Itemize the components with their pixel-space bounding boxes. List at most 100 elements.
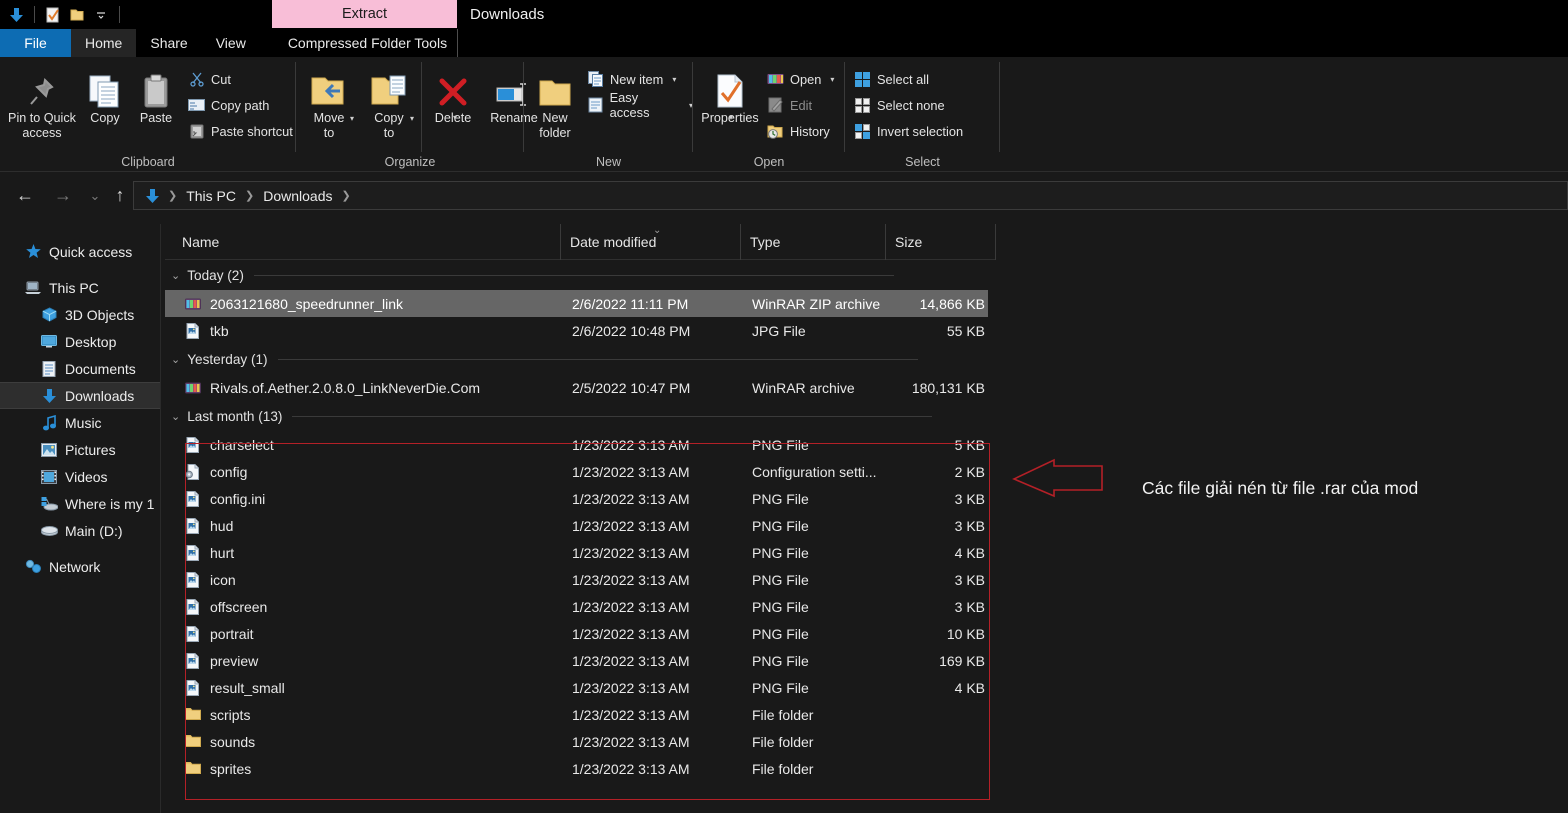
properties-check-icon[interactable] bbox=[41, 3, 65, 27]
table-row[interactable]: sprites 1/23/2022 3:13 AM File folder bbox=[165, 755, 988, 782]
select-all-button[interactable]: Select all bbox=[854, 68, 929, 90]
sidebar-item-where-is-my-1[interactable]: Where is my 1 bbox=[0, 490, 160, 517]
copy-path-button[interactable]: Copy path bbox=[188, 94, 269, 116]
easy-access-button[interactable]: Easy access ▾ bbox=[587, 94, 693, 116]
table-row[interactable]: result_small 1/23/2022 3:13 AM PNG File … bbox=[165, 674, 988, 701]
table-row[interactable]: tkb 2/6/2022 10:48 PM JPG File 55 KB bbox=[165, 317, 988, 344]
breadcrumb-downloads[interactable]: Downloads bbox=[258, 188, 337, 204]
open-button[interactable]: Open ▾ bbox=[767, 68, 834, 90]
table-row[interactable]: offscreen 1/23/2022 3:13 AM PNG File 3 K… bbox=[165, 593, 988, 620]
copy-button[interactable]: Copy bbox=[79, 62, 131, 126]
file-type-cell: PNG File bbox=[752, 653, 809, 669]
sidebar-item-music[interactable]: Music bbox=[0, 409, 160, 436]
file-date-cell: 2/6/2022 11:11 PM bbox=[572, 296, 688, 312]
tab-view[interactable]: View bbox=[202, 29, 260, 57]
table-row[interactable]: icon 1/23/2022 3:13 AM PNG File 3 KB bbox=[165, 566, 988, 593]
up-button[interactable]: ↑ bbox=[105, 181, 135, 211]
table-row[interactable]: charselect 1/23/2022 3:13 AM PNG File 5 … bbox=[165, 431, 988, 458]
sidebar-item-pictures[interactable]: Pictures bbox=[0, 436, 160, 463]
move-to-label: Move to bbox=[314, 111, 345, 141]
group-header-last-month-label: Last month (13) bbox=[187, 409, 282, 424]
sidebar-item-3d-objects[interactable]: 3D Objects bbox=[0, 301, 160, 328]
table-row[interactable]: hurt 1/23/2022 3:13 AM PNG File 4 KB bbox=[165, 539, 988, 566]
new-folder-icon[interactable] bbox=[65, 3, 89, 27]
sidebar-label-where-is-my-1: Where is my 1 bbox=[65, 496, 154, 512]
edit-icon bbox=[767, 97, 784, 114]
sidebar-item-desktop[interactable]: Desktop bbox=[0, 328, 160, 355]
cut-button[interactable]: Cut bbox=[188, 68, 231, 90]
file-date-cell: 1/23/2022 3:13 AM bbox=[572, 545, 690, 561]
breadcrumb-this-pc[interactable]: This PC bbox=[181, 188, 241, 204]
tab-home[interactable]: Home bbox=[71, 29, 136, 57]
new-item-chevron-down-icon[interactable]: ▾ bbox=[672, 75, 676, 84]
pane-splitter[interactable] bbox=[160, 224, 161, 813]
group-header-rule bbox=[292, 416, 932, 417]
table-row[interactable]: 2063121680_speedrunner_link 2/6/2022 11:… bbox=[165, 290, 988, 317]
table-row[interactable]: portrait 1/23/2022 3:13 AM PNG File 10 K… bbox=[165, 620, 988, 647]
tab-compressed-folder-tools[interactable]: Compressed Folder Tools bbox=[274, 29, 461, 57]
properties-chevron-down-icon[interactable]: ▾ bbox=[729, 113, 733, 122]
table-row[interactable]: scripts 1/23/2022 3:13 AM File folder bbox=[165, 701, 988, 728]
column-header-name[interactable]: Name bbox=[165, 224, 560, 260]
sidebar-label-network: Network bbox=[49, 559, 100, 575]
group-header-today[interactable]: ⌄ Today (2) bbox=[165, 260, 1568, 290]
paste-button[interactable]: Paste bbox=[131, 62, 181, 126]
open-chevron-down-icon[interactable]: ▾ bbox=[830, 75, 834, 84]
table-row[interactable]: hud 1/23/2022 3:13 AM PNG File 3 KB bbox=[165, 512, 988, 539]
copy-label: Copy bbox=[90, 111, 119, 126]
customize-chevron-icon[interactable] bbox=[89, 3, 113, 27]
breadcrumb-separator-2[interactable]: ❯ bbox=[340, 189, 353, 202]
sidebar-item-documents[interactable]: Documents bbox=[0, 355, 160, 382]
history-button[interactable]: History bbox=[767, 120, 830, 142]
group-header-yesterday[interactable]: ⌄ Yesterday (1) bbox=[165, 344, 1568, 374]
paste-shortcut-button[interactable]: Paste shortcut bbox=[188, 120, 293, 142]
sidebar-item-this-pc[interactable]: This PC bbox=[0, 274, 160, 301]
delete-button[interactable]: Delete ▾ bbox=[424, 62, 482, 126]
pin-to-quick-access-button[interactable]: Pin to Quick access bbox=[5, 62, 79, 141]
column-header-date-modified[interactable]: Date modified bbox=[560, 224, 740, 260]
sidebar-item-quick-access[interactable]: Quick access bbox=[0, 238, 160, 265]
select-none-button[interactable]: Select none bbox=[854, 94, 945, 116]
copy-to-chevron-down-icon[interactable]: ▾ bbox=[410, 114, 414, 123]
ribbon-group-open: Properties ▾ Open ▾ Edit History Open bbox=[693, 57, 845, 172]
group-chevron-down-icon[interactable]: ⌄ bbox=[171, 269, 180, 282]
column-header-size[interactable]: Size bbox=[885, 224, 995, 260]
file-size-cell: 5 KB bbox=[825, 437, 985, 453]
address-bar[interactable]: ❯ This PC ❯ Downloads ❯ bbox=[133, 181, 1568, 210]
delete-chevron-down-icon[interactable]: ▾ bbox=[453, 113, 457, 122]
group-chevron-down-icon[interactable]: ⌄ bbox=[171, 353, 180, 366]
file-name-label: sounds bbox=[210, 734, 255, 750]
tab-share[interactable]: Share bbox=[136, 29, 201, 57]
column-header-type[interactable]: Type bbox=[740, 224, 885, 260]
new-item-button[interactable]: New item ▾ bbox=[587, 68, 676, 90]
sidebar-item-videos[interactable]: Videos bbox=[0, 463, 160, 490]
file-name-cell: preview bbox=[185, 653, 258, 669]
properties-button[interactable]: Properties ▾ bbox=[694, 62, 766, 126]
contextual-tab-extract[interactable]: Extract bbox=[272, 0, 457, 28]
nav-spacer-2 bbox=[0, 544, 160, 553]
file-name-label: config.ini bbox=[210, 491, 265, 507]
group-chevron-down-icon[interactable]: ⌄ bbox=[171, 410, 180, 423]
new-folder-button[interactable]: New folder bbox=[526, 62, 584, 141]
sidebar-item-network[interactable]: Network bbox=[0, 553, 160, 580]
table-row[interactable]: config 1/23/2022 3:13 AM Configuration s… bbox=[165, 458, 988, 485]
copy-to-button[interactable]: Copy to ▾ bbox=[359, 62, 419, 141]
download-arrow-icon[interactable] bbox=[4, 3, 28, 27]
sidebar-item-main-d[interactable]: Main (D:) bbox=[0, 517, 160, 544]
move-to-button[interactable]: Move to ▾ bbox=[299, 62, 359, 141]
table-row[interactable]: Rivals.of.Aether.2.0.8.0_LinkNeverDie.Co… bbox=[165, 374, 988, 401]
table-row[interactable]: sounds 1/23/2022 3:13 AM File folder bbox=[165, 728, 988, 755]
table-row[interactable]: config.ini 1/23/2022 3:13 AM PNG File 3 … bbox=[165, 485, 988, 512]
forward-button[interactable]: → bbox=[48, 181, 78, 211]
sidebar-item-downloads[interactable]: Downloads bbox=[0, 382, 160, 409]
breadcrumb-separator-0[interactable]: ❯ bbox=[166, 189, 179, 202]
sidebar-label-desktop: Desktop bbox=[65, 334, 116, 350]
back-button[interactable]: ← bbox=[10, 181, 40, 211]
table-row[interactable]: preview 1/23/2022 3:13 AM PNG File 169 K… bbox=[165, 647, 988, 674]
move-to-chevron-down-icon[interactable]: ▾ bbox=[350, 114, 354, 123]
tab-file[interactable]: File bbox=[0, 29, 71, 57]
group-header-last-month[interactable]: ⌄ Last month (13) bbox=[165, 401, 1568, 431]
file-type-cell: File folder bbox=[752, 707, 813, 723]
invert-selection-button[interactable]: Invert selection bbox=[854, 120, 963, 142]
breadcrumb-separator-1[interactable]: ❯ bbox=[243, 189, 256, 202]
